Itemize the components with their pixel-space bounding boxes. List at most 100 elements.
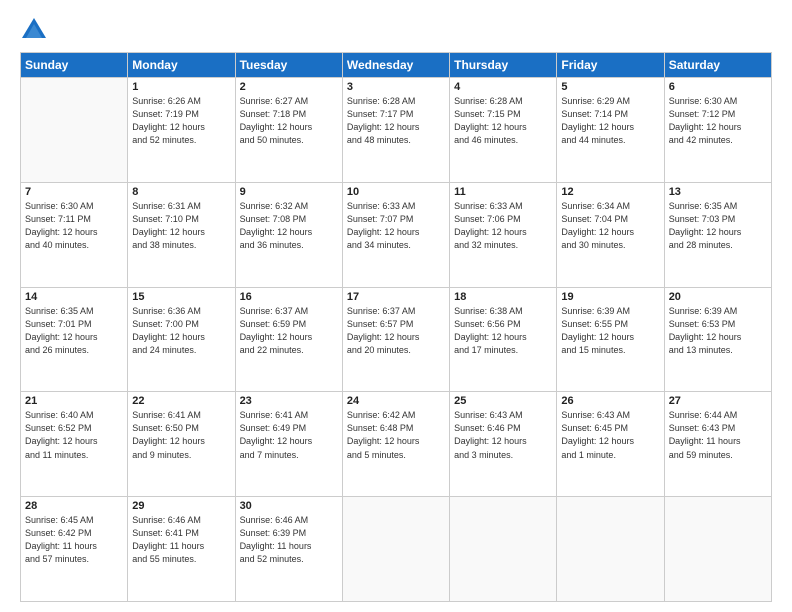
calendar-cell: 24 Sunrise: 6:42 AMSunset: 6:48 PMDayligh… — [342, 392, 449, 497]
header-day-sunday: Sunday — [21, 53, 128, 78]
day-number: 22 — [132, 395, 230, 407]
day-info: Sunrise: 6:28 AMSunset: 7:15 PMDaylight:… — [454, 95, 552, 147]
calendar-cell — [21, 78, 128, 183]
header-day-thursday: Thursday — [450, 53, 557, 78]
day-info: Sunrise: 6:37 AMSunset: 6:57 PMDaylight:… — [347, 305, 445, 357]
day-info: Sunrise: 6:39 AMSunset: 6:53 PMDaylight:… — [669, 305, 767, 357]
calendar-table: SundayMondayTuesdayWednesdayThursdayFrid… — [20, 52, 772, 602]
day-number: 3 — [347, 81, 445, 93]
header-day-saturday: Saturday — [664, 53, 771, 78]
calendar-cell — [450, 497, 557, 602]
logo — [20, 16, 52, 44]
calendar-cell: 8 Sunrise: 6:31 AMSunset: 7:10 PMDaylight… — [128, 182, 235, 287]
day-info: Sunrise: 6:29 AMSunset: 7:14 PMDaylight:… — [561, 95, 659, 147]
day-number: 19 — [561, 291, 659, 303]
day-info: Sunrise: 6:43 AMSunset: 6:45 PMDaylight:… — [561, 409, 659, 461]
calendar-cell: 14 Sunrise: 6:35 AMSunset: 7:01 PMDayligh… — [21, 287, 128, 392]
week-row-1: 1Sunrise: 6:26 AMSunset: 7:19 PMDaylight… — [21, 78, 772, 183]
day-info: Sunrise: 6:42 AMSunset: 6:48 PMDaylight:… — [347, 409, 445, 461]
calendar-body: 1Sunrise: 6:26 AMSunset: 7:19 PMDaylight… — [21, 78, 772, 602]
day-info: Sunrise: 6:31 AMSunset: 7:10 PMDaylight:… — [132, 200, 230, 252]
calendar-cell: 16 Sunrise: 6:37 AMSunset: 6:59 PMDayligh… — [235, 287, 342, 392]
day-number: 10 — [347, 186, 445, 198]
calendar-cell: 3 Sunrise: 6:28 AMSunset: 7:17 PMDaylight… — [342, 78, 449, 183]
day-number: 14 — [25, 291, 123, 303]
day-info: Sunrise: 6:40 AMSunset: 6:52 PMDaylight:… — [25, 409, 123, 461]
logo-icon — [20, 16, 48, 44]
day-info: Sunrise: 6:36 AMSunset: 7:00 PMDaylight:… — [132, 305, 230, 357]
day-info: Sunrise: 6:46 AMSunset: 6:41 PMDaylight:… — [132, 514, 230, 566]
day-number: 29 — [132, 500, 230, 512]
header-day-monday: Monday — [128, 53, 235, 78]
calendar-header: SundayMondayTuesdayWednesdayThursdayFrid… — [21, 53, 772, 78]
calendar-cell: 9Sunrise: 6:32 AMSunset: 7:08 PMDaylight… — [235, 182, 342, 287]
day-number: 25 — [454, 395, 552, 407]
day-info: Sunrise: 6:30 AMSunset: 7:11 PMDaylight:… — [25, 200, 123, 252]
calendar-cell: 26 Sunrise: 6:43 AMSunset: 6:45 PMDayligh… — [557, 392, 664, 497]
day-number: 20 — [669, 291, 767, 303]
header — [20, 16, 772, 44]
day-number: 16 — [240, 291, 338, 303]
calendar-cell — [557, 497, 664, 602]
calendar-cell: 30 Sunrise: 6:46 AMSunset: 6:39 PMDayligh… — [235, 497, 342, 602]
day-info: Sunrise: 6:27 AMSunset: 7:18 PMDaylight:… — [240, 95, 338, 147]
day-number: 26 — [561, 395, 659, 407]
calendar-cell: 17 Sunrise: 6:37 AMSunset: 6:57 PMDayligh… — [342, 287, 449, 392]
day-info: Sunrise: 6:43 AMSunset: 6:46 PMDaylight:… — [454, 409, 552, 461]
day-info: Sunrise: 6:38 AMSunset: 6:56 PMDaylight:… — [454, 305, 552, 357]
day-number: 12 — [561, 186, 659, 198]
calendar-cell: 23 Sunrise: 6:41 AMSunset: 6:49 PMDayligh… — [235, 392, 342, 497]
calendar-cell: 6 Sunrise: 6:30 AMSunset: 7:12 PMDaylight… — [664, 78, 771, 183]
week-row-2: 7 Sunrise: 6:30 AMSunset: 7:11 PMDaylight… — [21, 182, 772, 287]
day-info: Sunrise: 6:35 AMSunset: 7:01 PMDaylight:… — [25, 305, 123, 357]
day-number: 13 — [669, 186, 767, 198]
day-info: Sunrise: 6:39 AMSunset: 6:55 PMDaylight:… — [561, 305, 659, 357]
calendar-cell: 12 Sunrise: 6:34 AMSunset: 7:04 PMDayligh… — [557, 182, 664, 287]
calendar-cell: 25 Sunrise: 6:43 AMSunset: 6:46 PMDayligh… — [450, 392, 557, 497]
week-row-3: 14 Sunrise: 6:35 AMSunset: 7:01 PMDayligh… — [21, 287, 772, 392]
day-number: 4 — [454, 81, 552, 93]
day-info: Sunrise: 6:45 AMSunset: 6:42 PMDaylight:… — [25, 514, 123, 566]
calendar-cell: 4 Sunrise: 6:28 AMSunset: 7:15 PMDaylight… — [450, 78, 557, 183]
week-row-4: 21 Sunrise: 6:40 AMSunset: 6:52 PMDayligh… — [21, 392, 772, 497]
day-info: Sunrise: 6:46 AMSunset: 6:39 PMDaylight:… — [240, 514, 338, 566]
day-number: 2 — [240, 81, 338, 93]
header-day-tuesday: Tuesday — [235, 53, 342, 78]
day-info: Sunrise: 6:37 AMSunset: 6:59 PMDaylight:… — [240, 305, 338, 357]
day-number: 21 — [25, 395, 123, 407]
day-number: 8 — [132, 186, 230, 198]
day-number: 9 — [240, 186, 338, 198]
day-number: 30 — [240, 500, 338, 512]
day-number: 23 — [240, 395, 338, 407]
calendar-cell: 27Sunrise: 6:44 AMSunset: 6:43 PMDayligh… — [664, 392, 771, 497]
calendar-cell: 20 Sunrise: 6:39 AMSunset: 6:53 PMDayligh… — [664, 287, 771, 392]
day-number: 28 — [25, 500, 123, 512]
calendar-cell: 18 Sunrise: 6:38 AMSunset: 6:56 PMDayligh… — [450, 287, 557, 392]
day-number: 7 — [25, 186, 123, 198]
calendar-cell: 21 Sunrise: 6:40 AMSunset: 6:52 PMDayligh… — [21, 392, 128, 497]
day-info: Sunrise: 6:30 AMSunset: 7:12 PMDaylight:… — [669, 95, 767, 147]
calendar-cell — [342, 497, 449, 602]
calendar-cell: 28 Sunrise: 6:45 AMSunset: 6:42 PMDayligh… — [21, 497, 128, 602]
day-info: Sunrise: 6:34 AMSunset: 7:04 PMDaylight:… — [561, 200, 659, 252]
day-number: 15 — [132, 291, 230, 303]
header-day-friday: Friday — [557, 53, 664, 78]
day-number: 27 — [669, 395, 767, 407]
day-number: 24 — [347, 395, 445, 407]
day-info: Sunrise: 6:41 AMSunset: 6:50 PMDaylight:… — [132, 409, 230, 461]
day-info: Sunrise: 6:41 AMSunset: 6:49 PMDaylight:… — [240, 409, 338, 461]
day-info: Sunrise: 6:28 AMSunset: 7:17 PMDaylight:… — [347, 95, 445, 147]
header-day-wednesday: Wednesday — [342, 53, 449, 78]
calendar-cell: 5Sunrise: 6:29 AMSunset: 7:14 PMDaylight… — [557, 78, 664, 183]
week-row-5: 28 Sunrise: 6:45 AMSunset: 6:42 PMDayligh… — [21, 497, 772, 602]
calendar-cell — [664, 497, 771, 602]
header-row: SundayMondayTuesdayWednesdayThursdayFrid… — [21, 53, 772, 78]
day-number: 18 — [454, 291, 552, 303]
calendar-cell: 19 Sunrise: 6:39 AMSunset: 6:55 PMDayligh… — [557, 287, 664, 392]
calendar-cell: 1Sunrise: 6:26 AMSunset: 7:19 PMDaylight… — [128, 78, 235, 183]
calendar-cell: 7 Sunrise: 6:30 AMSunset: 7:11 PMDaylight… — [21, 182, 128, 287]
day-number: 17 — [347, 291, 445, 303]
day-number: 1 — [132, 81, 230, 93]
calendar-cell: 15 Sunrise: 6:36 AMSunset: 7:00 PMDayligh… — [128, 287, 235, 392]
day-number: 6 — [669, 81, 767, 93]
